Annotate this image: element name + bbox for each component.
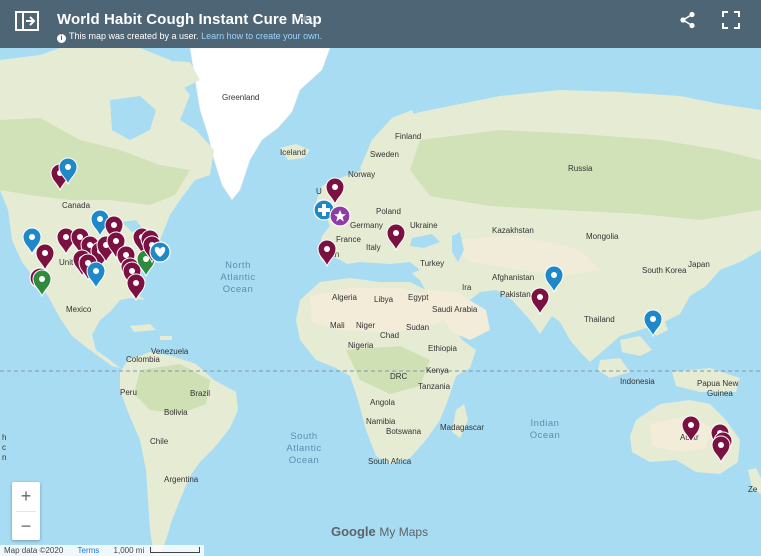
label-papua-2: Guinea: [707, 389, 733, 398]
label-brazil: Brazil: [190, 389, 210, 398]
map-marker-heart-blue[interactable]: [149, 241, 171, 263]
label-north-atlantic-1: North: [225, 260, 251, 271]
label-peru: Peru: [120, 388, 137, 397]
label-mexico: Mexico: [66, 305, 92, 314]
zoom-control: + −: [12, 482, 40, 540]
label-mongolia: Mongolia: [586, 232, 619, 241]
label-chile: Chile: [150, 437, 169, 446]
label-russia: Russia: [568, 164, 593, 173]
label-ukraine: Ukraine: [410, 221, 438, 230]
label-drc: DRC: [390, 372, 408, 381]
label-poland: Poland: [376, 207, 401, 216]
label-kenya: Kenya: [426, 366, 449, 375]
label-greenland: Greenland: [222, 93, 259, 102]
label-ethiopia: Ethiopia: [428, 344, 457, 353]
label-colombia: Colombia: [126, 355, 160, 364]
fullscreen-icon[interactable]: [722, 11, 740, 29]
map-header: World Habit Cough Instant Cure Map ★ i Th…: [0, 0, 761, 48]
label-iceland: Iceland: [280, 148, 306, 157]
toggle-legend-icon[interactable]: [14, 10, 40, 32]
label-saudi-arabia: Saudi Arabia: [432, 305, 478, 314]
label-namibia: Namibia: [366, 417, 396, 426]
world-map[interactable]: Greenland Iceland Finland Sweden Norway …: [0, 0, 761, 556]
scale-label: 1,000 mi: [113, 546, 145, 555]
map-title: World Habit Cough Instant Cure Map: [57, 11, 322, 28]
label-south-atlantic-2: Atlantic: [286, 443, 321, 454]
label-nigeria: Nigeria: [348, 341, 374, 350]
scale-bar: [150, 547, 201, 553]
info-icon: i: [57, 34, 66, 43]
label-south-atlantic-1: South: [290, 431, 317, 442]
label-south-atlantic-3: Ocean: [289, 455, 320, 466]
label-north-atlantic-3: Ocean: [223, 284, 254, 295]
label-kazakhstan: Kazakhstan: [492, 226, 534, 235]
label-north-atlantic-2: Atlantic: [220, 272, 255, 283]
label-left-edge-3: n: [2, 453, 6, 462]
map-marker-star-purple[interactable]: [329, 205, 351, 227]
label-france: France: [336, 235, 361, 244]
label-mali: Mali: [330, 321, 345, 330]
label-finland: Finland: [395, 132, 421, 141]
label-indonesia: Indonesia: [620, 377, 655, 386]
share-icon[interactable]: [679, 11, 697, 29]
google-my-maps-logo: Google My Maps: [331, 524, 428, 539]
label-left-edge-2: c: [2, 443, 6, 452]
label-papua-1: Papua New: [697, 379, 739, 388]
my-maps-wordmark: My Maps: [379, 525, 429, 539]
map-data-attribution: Map data ©2020: [4, 546, 64, 555]
map-subtitle: i This map was created by a user. Learn h…: [57, 31, 322, 43]
label-south-africa: South Africa: [368, 457, 412, 466]
label-uk: U: [316, 187, 322, 196]
label-sudan: Sudan: [406, 323, 429, 332]
label-south-korea: South Korea: [642, 266, 687, 275]
zoom-out-button[interactable]: −: [12, 512, 40, 541]
label-niger: Niger: [356, 321, 375, 330]
label-norway: Norway: [348, 170, 375, 179]
google-wordmark: Google: [331, 524, 376, 539]
label-madagascar: Madagascar: [440, 423, 484, 432]
subtitle-text: This map was created by a user.: [69, 31, 199, 41]
label-angola: Angola: [370, 398, 395, 407]
label-tanzania: Tanzania: [418, 382, 451, 391]
label-sweden: Sweden: [370, 150, 399, 159]
terms-link[interactable]: Terms: [78, 546, 100, 555]
label-left-edge-1: h: [2, 433, 6, 442]
label-algeria: Algeria: [332, 293, 357, 302]
map-footer: Map data ©2020 Terms 1,000 mi: [0, 545, 205, 556]
label-germany: Germany: [350, 221, 383, 230]
label-indian-ocean-2: Ocean: [530, 430, 561, 441]
label-botswana: Botswana: [386, 427, 422, 436]
label-turkey: Turkey: [420, 259, 444, 268]
label-argentina: Argentina: [164, 475, 199, 484]
label-bolivia: Bolivia: [164, 408, 188, 417]
label-libya: Libya: [374, 295, 394, 304]
label-canada: Canada: [62, 201, 91, 210]
label-thailand: Thailand: [584, 315, 615, 324]
label-japan: Japan: [688, 260, 710, 269]
label-afghanistan: Afghanistan: [492, 273, 534, 282]
label-italy: Italy: [366, 243, 381, 252]
label-egypt: Egypt: [408, 293, 429, 302]
zoom-in-button[interactable]: +: [12, 482, 40, 511]
label-indian-ocean-1: Indian: [531, 418, 560, 429]
label-pakistan: Pakistan: [500, 290, 531, 299]
star-icon[interactable]: ★: [299, 11, 311, 27]
label-new-zealand: Ze: [748, 485, 758, 494]
create-map-link[interactable]: Learn how to create your own.: [201, 31, 322, 41]
label-chad: Chad: [380, 331, 399, 340]
label-iran: Ira: [462, 283, 472, 292]
